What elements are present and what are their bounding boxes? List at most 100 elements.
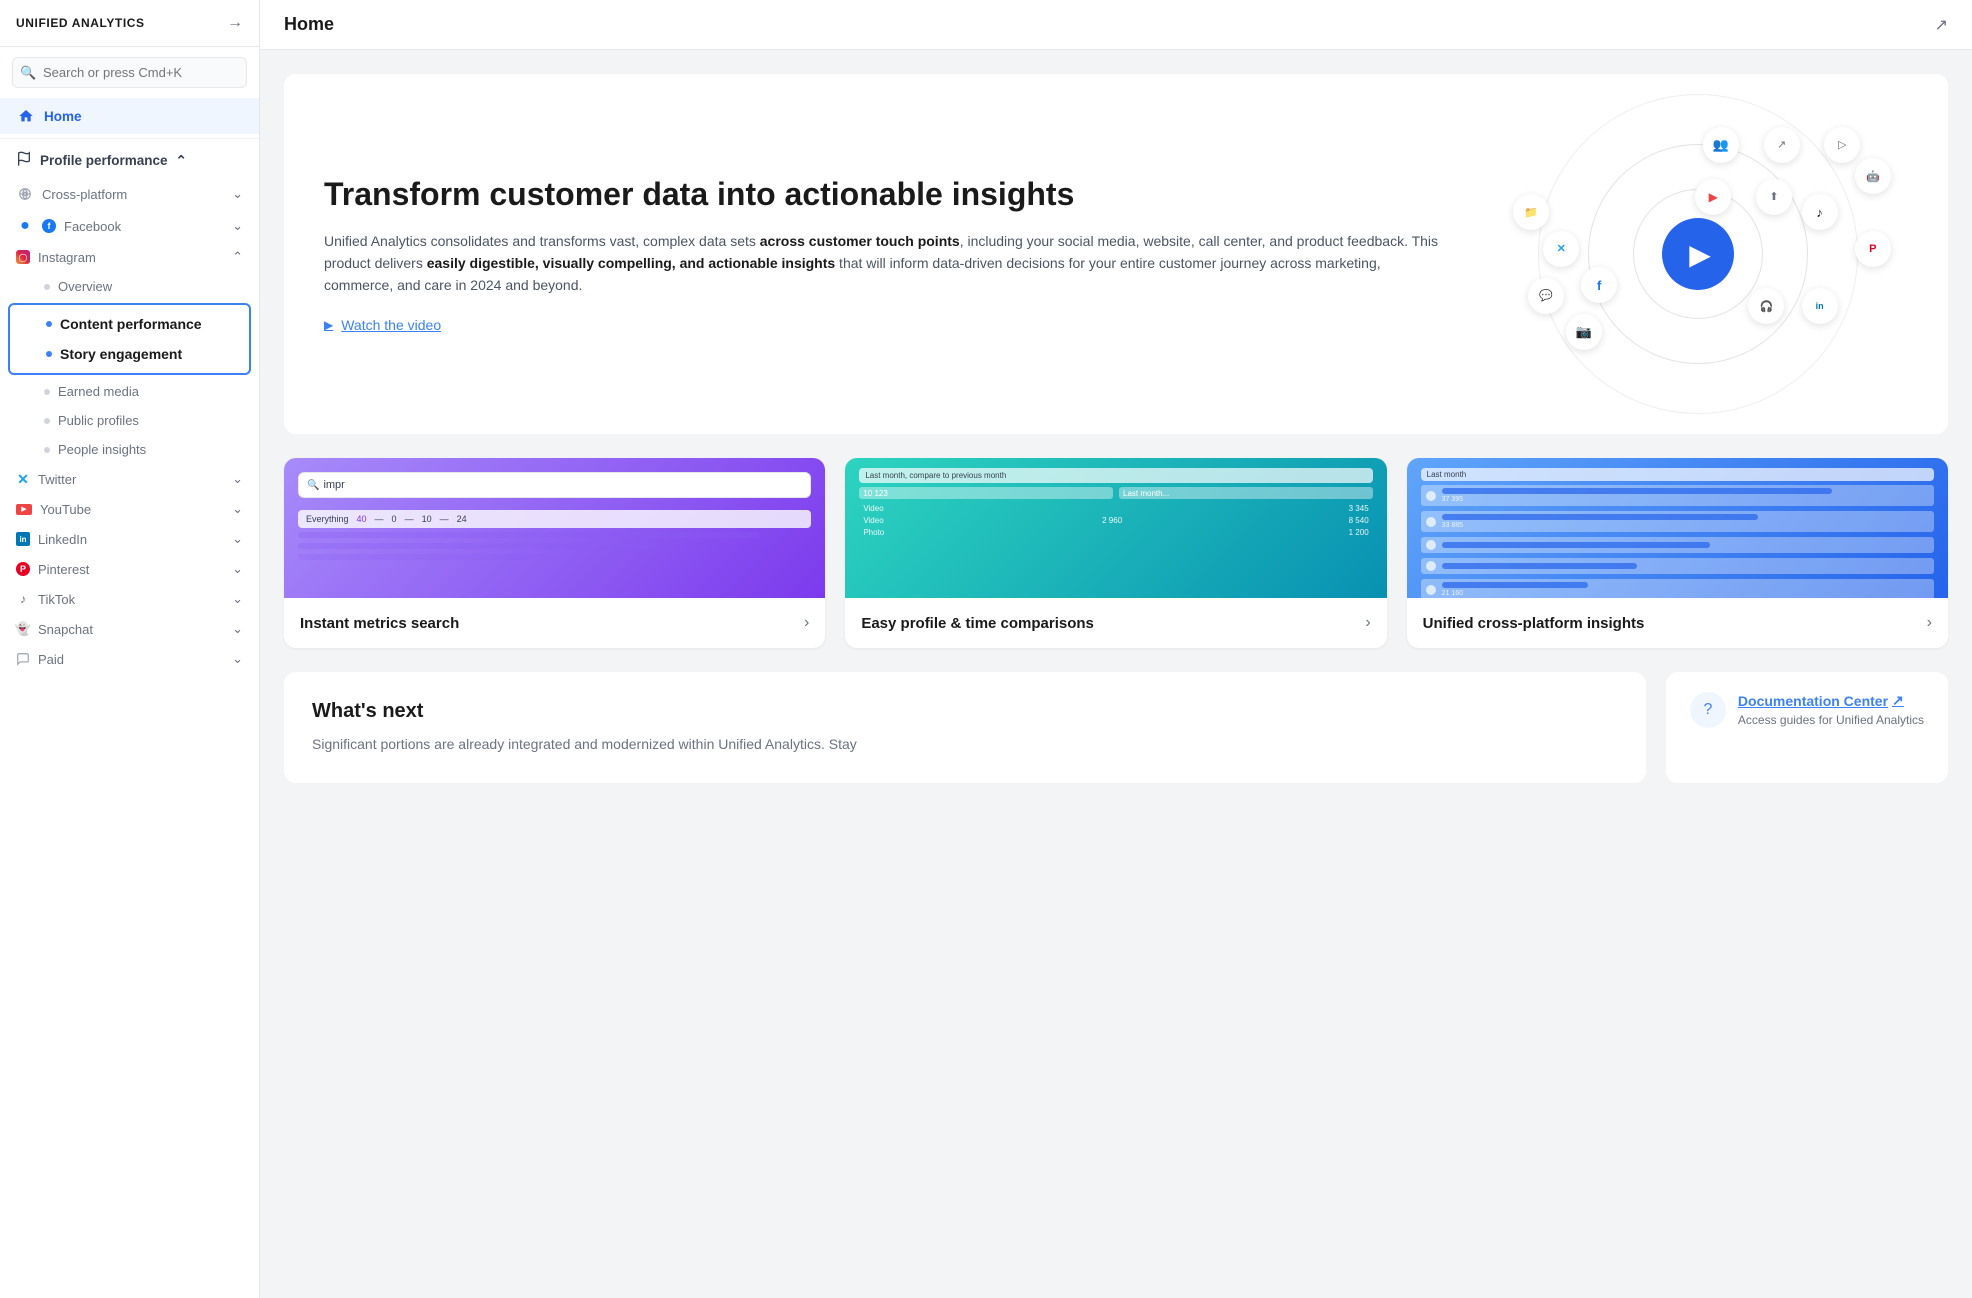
orbit-chat-icon: 💬 — [1528, 278, 1564, 314]
story-engagement-label: Story engagement — [60, 346, 182, 362]
card-thumbnail-comparisons: Last month, compare to previous month 10… — [845, 458, 1386, 598]
earned-media-label: Earned media — [58, 384, 139, 399]
hero-visual: ▶ ▶ ✕ f — [1488, 114, 1908, 394]
tiktok-icon: ♪ — [16, 592, 30, 606]
orbit-folder-icon: 📁 — [1513, 194, 1549, 230]
tiktok-icon: ♪ — [1816, 205, 1823, 220]
sidebar-item-content-performance[interactable]: Content performance — [10, 309, 249, 339]
twitter-label: Twitter — [38, 472, 224, 487]
sidebar-item-cross-platform[interactable]: Cross-platform ⌄ — [0, 178, 259, 210]
sidebar-item-instagram[interactable]: ◯ Instagram ⌃ — [0, 242, 259, 272]
bot-icon: 🤖 — [1866, 170, 1880, 183]
search-icon: 🔍 — [20, 65, 36, 81]
sidebar: UNIFIED ANALYTICS → 🔍 Home Profile perfo… — [0, 0, 260, 1298]
bottom-row: What's next Significant portions are alr… — [284, 672, 1948, 783]
sidebar-item-twitter[interactable]: ✕ Twitter ⌄ — [0, 464, 259, 494]
list-row — [1421, 537, 1934, 553]
feature-card-unified[interactable]: Last month 37 395 33 — [1407, 458, 1948, 648]
home-label: Home — [44, 109, 243, 124]
sidebar-item-story-engagement[interactable]: Story engagement — [10, 339, 249, 369]
sidebar-item-home[interactable]: Home — [0, 98, 259, 134]
comparisons-mockup: Last month, compare to previous month 10… — [859, 468, 1372, 539]
sidebar-item-tiktok[interactable]: ♪ TikTok ⌄ — [0, 584, 259, 614]
highlighted-group: Content performance Story engagement — [8, 303, 251, 375]
cross-platform-icon — [16, 185, 34, 203]
linkedin-icon: in — [1816, 301, 1824, 311]
pinterest-label: Pinterest — [38, 562, 224, 577]
paid-label: Paid — [38, 652, 224, 667]
sidebar-item-pinterest[interactable]: P Pinterest ⌄ — [0, 554, 259, 584]
orbit-center: ▶ — [1662, 218, 1734, 290]
dot-icon — [44, 389, 50, 395]
orbit-bot-icon: 🤖 — [1855, 158, 1891, 194]
collapse-sidebar-button[interactable]: → — [227, 14, 243, 32]
card-thumbnail-unified: Last month 37 395 33 — [1407, 458, 1948, 598]
main-content: Transform customer data into actionable … — [260, 50, 1972, 1298]
sidebar-item-public-profiles[interactable]: Public profiles — [0, 406, 259, 435]
expand-button[interactable]: ↗ — [1935, 15, 1948, 35]
arrow-icon: › — [804, 614, 809, 632]
pinterest-icon: P — [16, 562, 30, 576]
sidebar-item-youtube[interactable]: ▶ YouTube ⌄ — [0, 494, 259, 524]
sidebar-item-snapchat[interactable]: 👻 Snapchat ⌄ — [0, 614, 259, 644]
orbit-tiktok-icon: ♪ — [1802, 194, 1838, 230]
orbit-users-icon: 👥 — [1703, 127, 1739, 163]
sidebar-item-linkedin[interactable]: in LinkedIn ⌄ — [0, 524, 259, 554]
list-row: 37 395 — [1421, 485, 1934, 506]
orbit-pinterest-icon: P — [1855, 231, 1891, 267]
sidebar-item-earned-media[interactable]: Earned media — [0, 377, 259, 406]
main-header: Home ↗ — [260, 0, 1972, 50]
card-thumbnail-search: 🔍 impr Everything40—0—10—24 — [284, 458, 825, 598]
orbit-linkedin-icon: in — [1802, 288, 1838, 324]
cross-platform-label: Cross-platform — [42, 187, 224, 202]
watch-video-link[interactable]: ▶ Watch the video — [324, 317, 1448, 333]
share-icon: ↗ — [1777, 138, 1786, 151]
arrow-icon: › — [1365, 614, 1370, 632]
snapchat-icon: 👻 — [16, 622, 30, 636]
list-row — [1421, 558, 1934, 574]
twitter-icon: ✕ — [1557, 242, 1566, 255]
content-performance-label: Content performance — [60, 316, 202, 332]
sidebar-item-paid[interactable]: Paid ⌄ — [0, 644, 259, 674]
feature-card-search[interactable]: 🔍 impr Everything40—0—10—24 Instant metr… — [284, 458, 825, 648]
external-link-icon: ↗ — [1892, 692, 1904, 709]
facebook-icon: f — [1597, 278, 1601, 293]
docs-icon: ? — [1690, 692, 1726, 728]
list-row: 33 885 — [1421, 511, 1934, 532]
search-input[interactable] — [12, 57, 247, 88]
chevron-up-icon: ⌃ — [176, 153, 187, 169]
sidebar-nav: Home Profile performance ⌃ Cross-platfor… — [0, 98, 259, 1298]
dot-icon — [44, 418, 50, 424]
headset-icon: 🎧 — [1760, 300, 1774, 313]
sidebar-search-area: 🔍 — [0, 47, 259, 98]
facebook-icon: ● — [16, 217, 34, 235]
profile-performance-label: Profile performance — [40, 153, 168, 168]
sidebar-item-people-insights[interactable]: People insights — [0, 435, 259, 464]
whats-next-title: What's next — [312, 700, 1618, 723]
card-body-search: Instant metrics search › — [284, 598, 825, 648]
card-title-search: Instant metrics search — [300, 615, 459, 632]
instagram-label: Instagram — [38, 250, 224, 265]
feature-card-comparisons[interactable]: Last month, compare to previous month 10… — [845, 458, 1386, 648]
facebook-logo: f — [42, 219, 56, 233]
upload-icon: ⬆ — [1769, 190, 1778, 203]
watch-label: Watch the video — [341, 317, 441, 333]
whats-next-description: Significant portions are already integra… — [312, 733, 1618, 755]
linkedin-label: LinkedIn — [38, 532, 224, 547]
people-insights-label: People insights — [58, 442, 146, 457]
youtube-label: YouTube — [40, 502, 224, 517]
app-title: UNIFIED ANALYTICS — [16, 16, 145, 30]
video-icon: ▷ — [1838, 138, 1846, 151]
youtube-icon: ▶ — [16, 504, 32, 515]
home-icon — [16, 106, 36, 126]
chevron-down-icon: ⌄ — [232, 531, 243, 547]
sidebar-item-facebook[interactable]: ● f Facebook ⌄ — [0, 210, 259, 242]
overview-label: Overview — [58, 279, 112, 294]
dot-icon — [44, 447, 50, 453]
docs-center-link[interactable]: Documentation Center ↗ — [1738, 692, 1924, 709]
chevron-down-icon: ⌄ — [232, 471, 243, 487]
sidebar-item-profile-performance[interactable]: Profile performance ⌃ — [0, 143, 259, 178]
sidebar-item-overview[interactable]: Overview — [0, 272, 259, 301]
chevron-down-icon: ⌄ — [232, 621, 243, 637]
public-profiles-label: Public profiles — [58, 413, 139, 428]
